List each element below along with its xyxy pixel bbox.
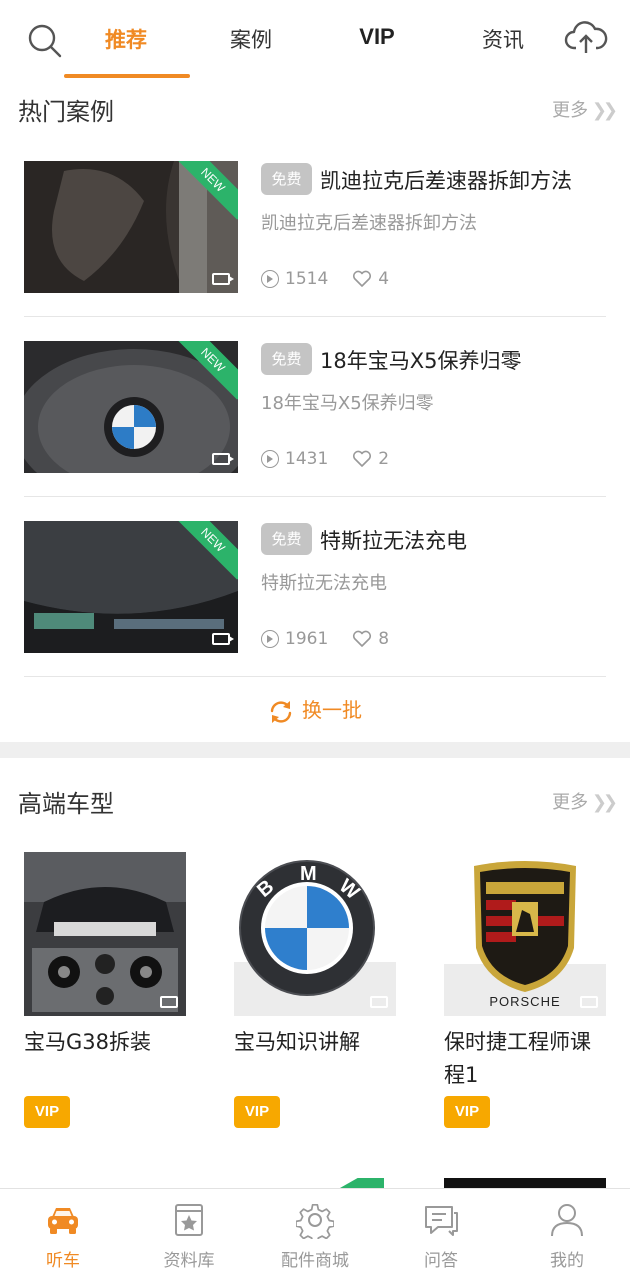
nav-label: 配件商城 (281, 1251, 349, 1271)
model-image (24, 852, 186, 1016)
nav-listen-car[interactable]: 听车 (0, 1189, 126, 1280)
top-bar: 推荐 案例 VIP 资讯 (0, 0, 630, 80)
video-icon (212, 633, 234, 645)
bmw-logo-image: B M W (234, 852, 396, 1016)
play-count-icon (261, 450, 279, 468)
case-stats: 1514 4 (261, 269, 389, 289)
double-chevron-right-icon: ❯❯ (590, 792, 618, 813)
divider (24, 496, 606, 497)
library-icon (175, 1204, 203, 1236)
view-count: 1961 (285, 629, 329, 649)
free-badge: 免费 (261, 343, 312, 375)
vip-badge: VIP (444, 1096, 490, 1128)
gear-icon (296, 1203, 334, 1239)
video-icon (370, 996, 388, 1008)
section-title: 高端车型 (18, 790, 114, 818)
model-name: 宝马知识讲解 (234, 1030, 360, 1054)
nav-parts-store[interactable]: 配件商城 (252, 1189, 378, 1280)
case-title: 18年宝马X5保养归零 (320, 349, 522, 373)
like-count: 8 (378, 629, 390, 649)
view-count: 1514 (285, 269, 329, 289)
divider (24, 676, 606, 677)
model-card[interactable]: PORSCHE 保时捷工程师课程1 VIP (444, 852, 606, 1128)
play-count-icon (261, 270, 279, 288)
like-count: 4 (378, 269, 390, 289)
user-icon (551, 1204, 583, 1237)
heart-icon[interactable] (352, 630, 372, 648)
heart-icon[interactable] (352, 450, 372, 468)
model-card[interactable]: B M W 宝马知识讲解 VIP (234, 852, 396, 1128)
tab-vip[interactable]: VIP (317, 24, 437, 50)
next-row-peek (444, 1178, 606, 1188)
model-thumbnail[interactable]: PORSCHE (444, 852, 606, 1016)
chat-icon (425, 1206, 458, 1236)
case-item[interactable]: NEW 免费 特斯拉无法充电 特斯拉无法充电 1961 8 (0, 521, 630, 701)
case-item[interactable]: NEW 免费 凯迪拉克后差速器拆卸方法 凯迪拉克后差速器拆卸方法 1514 4 (0, 161, 630, 341)
refresh-button[interactable]: 换一批 (0, 694, 630, 730)
more-link[interactable]: 更多 ❯❯ (552, 96, 618, 122)
video-icon (580, 996, 598, 1008)
case-title: 特斯拉无法充电 (320, 529, 467, 553)
hot-cases-header: 热门案例 更多 ❯❯ (0, 82, 630, 132)
model-name: 宝马G38拆装 (24, 1030, 151, 1054)
refresh-icon (270, 700, 292, 723)
model-name: 保时捷工程师课程1 (444, 1030, 591, 1087)
case-subtitle: 凯迪拉克后差速器拆卸方法 (261, 213, 477, 234)
case-subtitle: 18年宝马X5保养归零 (261, 393, 434, 414)
search-icon[interactable] (24, 20, 64, 60)
model-card[interactable]: 宝马G38拆装 VIP (24, 852, 186, 1128)
like-count: 2 (378, 449, 390, 469)
model-thumbnail[interactable]: B M W (234, 852, 396, 1016)
refresh-label: 换一批 (302, 698, 362, 722)
nav-label: 听车 (46, 1251, 80, 1271)
porsche-logo-image: PORSCHE (444, 852, 606, 1016)
nav-qa[interactable]: 问答 (378, 1189, 504, 1280)
section-gap (0, 742, 630, 758)
case-item[interactable]: NEW 免费 18年宝马X5保养归零 18年宝马X5保养归零 1431 2 (0, 341, 630, 521)
nav-label: 资料库 (163, 1251, 215, 1271)
divider (24, 316, 606, 317)
more-label: 更多 (552, 792, 589, 813)
next-row-peek (340, 1178, 384, 1188)
active-tab-indicator (64, 74, 190, 78)
free-badge: 免费 (261, 163, 312, 195)
porsche-logo-text: PORSCHE (489, 994, 560, 1009)
nav-me[interactable]: 我的 (504, 1189, 630, 1280)
more-label: 更多 (552, 100, 589, 121)
free-badge: 免费 (261, 523, 312, 555)
case-subtitle: 特斯拉无法充电 (261, 573, 387, 594)
nav-label: 问答 (424, 1251, 458, 1271)
video-icon (160, 996, 178, 1008)
video-icon (212, 273, 234, 285)
heart-icon[interactable] (352, 270, 372, 288)
more-link[interactable]: 更多 ❯❯ (552, 788, 618, 814)
svg-text:M: M (300, 863, 317, 885)
cloud-upload-icon[interactable] (564, 18, 608, 58)
nav-label: 我的 (550, 1251, 584, 1271)
case-title: 凯迪拉克后差速器拆卸方法 (320, 169, 572, 193)
bottom-navigation: 听车 资料库 配件商城 问答 我的 (0, 1188, 630, 1280)
case-stats: 1431 2 (261, 449, 389, 469)
tab-cases[interactable]: 案例 (191, 24, 311, 54)
play-count-icon (261, 630, 279, 648)
section-title: 热门案例 (18, 98, 114, 126)
case-stats: 1961 8 (261, 629, 389, 649)
premium-models-header: 高端车型 更多 ❯❯ (0, 774, 630, 824)
tab-recommend[interactable]: 推荐 (66, 24, 186, 54)
car-icon (48, 1208, 78, 1234)
vip-badge: VIP (24, 1096, 70, 1128)
double-chevron-right-icon: ❯❯ (590, 100, 618, 121)
nav-library[interactable]: 资料库 (126, 1189, 252, 1280)
view-count: 1431 (285, 449, 329, 469)
video-icon (212, 453, 234, 465)
case-thumbnail[interactable]: NEW (24, 521, 238, 653)
tab-news[interactable]: 资讯 (443, 24, 563, 54)
case-thumbnail[interactable]: NEW (24, 341, 238, 473)
model-thumbnail[interactable] (24, 852, 186, 1016)
vip-badge: VIP (234, 1096, 280, 1128)
case-thumbnail[interactable]: NEW (24, 161, 238, 293)
